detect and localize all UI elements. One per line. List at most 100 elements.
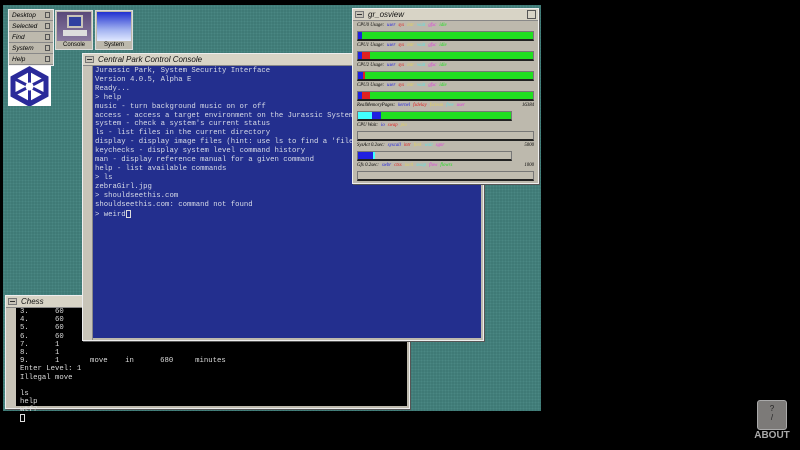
window-title: Chess <box>21 297 44 306</box>
about-button[interactable]: ? / ABOUT <box>752 400 792 441</box>
cpu-usage-bar <box>357 51 534 61</box>
console-icon[interactable]: Console <box>55 10 93 50</box>
meter-label: CPU0 Usage: user sys intr wait gfxc idle <box>357 23 447 28</box>
meter-label: CPU3 Usage: user sys intr wait gfxc idle <box>357 83 447 88</box>
legend-item: intr <box>403 143 411 148</box>
text-cursor <box>20 414 25 423</box>
label: System <box>12 44 34 52</box>
legend-item: kernel <box>398 103 411 108</box>
system-icon[interactable]: System <box>95 10 133 50</box>
bar-segment <box>370 52 533 59</box>
cpu-usage-bar <box>357 91 534 101</box>
sysact-bar <box>357 151 512 161</box>
bar-segment <box>358 112 372 119</box>
legend-item: sgnr <box>435 143 445 148</box>
maximize-button[interactable] <box>527 10 536 19</box>
about-label: ABOUT <box>754 430 790 441</box>
legend-item: sys <box>398 63 405 68</box>
terminal-line: 9. 1 move in 680 minutes <box>20 357 226 366</box>
meter-max: 5000 <box>524 143 534 148</box>
legend-item: syscall <box>387 143 401 148</box>
bar-segment <box>361 52 371 59</box>
legend-item: free <box>446 103 454 108</box>
legend-item: sys <box>398 23 405 28</box>
legend-item: idle <box>439 83 447 88</box>
legend-item: swbr <box>381 163 392 168</box>
bar-segment <box>371 112 381 119</box>
toolchest: Desktop Selected Find System Help <box>8 9 54 66</box>
legend-item: fork <box>413 143 422 148</box>
meter-label: Gfx 0.2sec: swbr ctxs ioctl swap flow flowrs 10… <box>357 163 534 168</box>
window-menu-button[interactable] <box>355 11 364 18</box>
toolchest-find[interactable]: Find <box>9 32 53 43</box>
legend-item: gfxc <box>428 63 437 68</box>
memory-bar <box>357 111 512 121</box>
bar-segment <box>358 152 374 159</box>
toolchest-help[interactable]: Help <box>9 54 53 65</box>
legend-item: idle <box>439 23 447 28</box>
toolchest-system[interactable]: System <box>9 43 53 54</box>
legend-item: pio <box>400 123 407 128</box>
question-key-icon: ? / <box>757 400 787 430</box>
window-title: Central Park Control Console <box>98 55 203 64</box>
meter-max: 16384 <box>522 103 534 108</box>
text-cursor <box>125 209 131 218</box>
legend-item: user <box>387 83 396 88</box>
label: Find <box>12 33 25 41</box>
cpu-wait-bar <box>357 131 534 141</box>
legend-item: gfxc <box>428 43 437 48</box>
label: Desktop <box>12 11 36 19</box>
legend-item: swap <box>416 163 427 168</box>
meter-label: SysAct 0.2sec: syscall intr fork wait sgnr 500… <box>357 143 534 148</box>
scrollbar[interactable] <box>6 308 16 408</box>
legend-item: swap <box>387 123 398 128</box>
bar-segment <box>373 152 375 159</box>
terminal-line: ls <box>20 389 29 398</box>
terminal-line: > shouldseethis.com <box>95 191 179 200</box>
bar-segment <box>380 112 511 119</box>
legend-item: wait <box>417 63 426 68</box>
legend-item: ctxs <box>394 163 402 168</box>
legend-item: flowrs <box>440 163 453 168</box>
meter-label: CPU1 Usage: user sys intr wait gfxc idle <box>357 43 447 48</box>
legend-item: ioctl <box>404 163 414 168</box>
cpu-usage-bar <box>357 71 534 81</box>
toolchest-desktop[interactable]: Desktop <box>9 10 53 21</box>
legend-item: sys <box>398 43 405 48</box>
bar-segment <box>361 32 533 39</box>
terminal-line: shouldseethis.com: command not found <box>95 200 253 209</box>
terminal-line: help <box>20 398 38 407</box>
bar-segment <box>370 92 533 99</box>
gr-osview-window: gr_osview CPU0 Usage: user sys intr wait gfxc… <box>352 8 539 184</box>
window-menu-button[interactable] <box>8 298 17 305</box>
bar-segment <box>365 72 533 79</box>
window-menu-button[interactable] <box>85 56 94 63</box>
terminal-line: wtf? <box>20 406 38 415</box>
terminal-line: 7. 1 <box>20 340 60 349</box>
legend-item: wait <box>417 43 426 48</box>
window-title: gr_osview <box>368 10 405 19</box>
toolchest-selected[interactable]: Selected <box>9 21 53 32</box>
scrollbar[interactable] <box>83 66 93 340</box>
terminal-line: 8. 1 <box>20 349 60 358</box>
legend-item: fsdelay <box>413 103 427 108</box>
legend-item: gfxc <box>428 23 437 28</box>
legend-item: io <box>381 123 385 128</box>
legend-item: idle <box>439 43 447 48</box>
meter-label: RealMemoryPages: kernel fsdelay fsclean free… <box>357 103 534 108</box>
meter-label: CPU2 Usage: user sys intr wait gfxc idle <box>357 63 447 68</box>
legend-item: wait <box>417 23 426 28</box>
gfx-bar <box>357 171 534 181</box>
label: Selected <box>12 22 38 30</box>
terminal-line: Enter Level: 1 <box>20 365 82 374</box>
legend-item: user <box>456 103 465 108</box>
command-input[interactable]: > weird <box>95 210 126 218</box>
legend-item: intr <box>407 43 415 48</box>
cpu-usage-bar <box>357 31 534 41</box>
icon-label: Console <box>62 42 85 48</box>
legend-item: idle <box>439 63 447 68</box>
legend-item: intr <box>407 23 415 28</box>
legend-item: user <box>387 23 396 28</box>
terminal-line: zebraGirl.jpg <box>95 182 152 191</box>
